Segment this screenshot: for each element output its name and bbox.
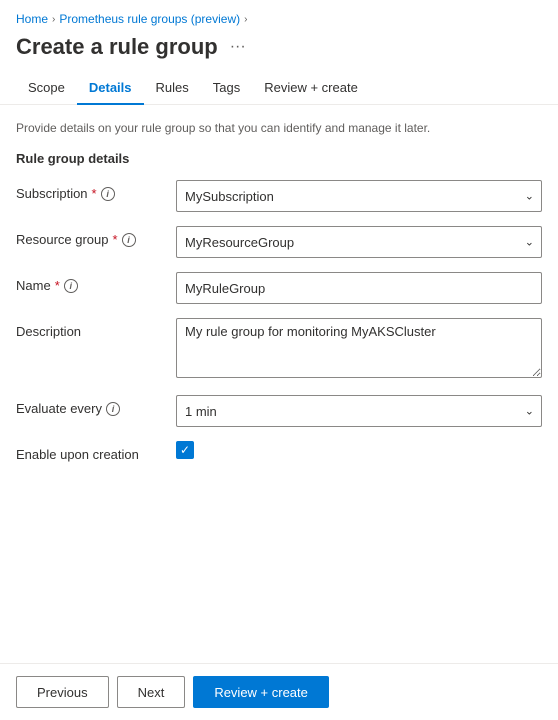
description-label: Description — [16, 318, 176, 339]
name-input[interactable] — [176, 272, 542, 304]
more-options-button[interactable]: ··· — [226, 36, 250, 58]
section-description: Provide details on your rule group so th… — [16, 121, 542, 135]
evaluate-every-control: 1 min 5 min 10 min ⌄ — [176, 395, 542, 427]
subscription-row: Subscription * i MySubscription ⌄ — [16, 180, 542, 212]
tab-tags[interactable]: Tags — [201, 72, 252, 105]
tab-scope[interactable]: Scope — [16, 72, 77, 105]
resource-group-info-icon[interactable]: i — [122, 233, 136, 247]
enable-checkbox[interactable]: ✓ — [176, 441, 194, 459]
page-title-row: Create a rule group ··· — [0, 30, 558, 72]
description-textarea[interactable]: My rule group for monitoring MyAKSCluste… — [176, 318, 542, 378]
name-required: * — [55, 278, 60, 293]
tab-rules[interactable]: Rules — [144, 72, 201, 105]
resource-group-row: Resource group * i MyResourceGroup ⌄ — [16, 226, 542, 258]
previous-button[interactable]: Previous — [16, 676, 109, 708]
next-button[interactable]: Next — [117, 676, 186, 708]
evaluate-every-select-wrapper: 1 min 5 min 10 min ⌄ — [176, 395, 542, 427]
name-row: Name * i — [16, 272, 542, 304]
tabs-container: Scope Details Rules Tags Review + create — [0, 72, 558, 105]
name-control — [176, 272, 542, 304]
subscription-label: Subscription * i — [16, 180, 176, 201]
resource-group-required: * — [113, 232, 118, 247]
breadcrumb-home[interactable]: Home — [16, 12, 48, 26]
name-info-icon[interactable]: i — [64, 279, 78, 293]
section-title: Rule group details — [16, 151, 542, 166]
subscription-select-wrapper: MySubscription ⌄ — [176, 180, 542, 212]
evaluate-every-label: Evaluate every i — [16, 395, 176, 416]
evaluate-every-select[interactable]: 1 min 5 min 10 min — [176, 395, 542, 427]
description-row: Description My rule group for monitoring… — [16, 318, 542, 381]
enable-upon-creation-row: Enable upon creation ✓ — [16, 441, 542, 462]
checkmark-icon: ✓ — [180, 444, 190, 456]
breadcrumb-separator-2: › — [244, 14, 247, 25]
page-title: Create a rule group — [16, 34, 218, 60]
enable-upon-creation-label: Enable upon creation — [16, 441, 176, 462]
resource-group-label: Resource group * i — [16, 226, 176, 247]
breadcrumb: Home › Prometheus rule groups (preview) … — [0, 0, 558, 30]
evaluate-every-row: Evaluate every i 1 min 5 min 10 min ⌄ — [16, 395, 542, 427]
footer: Previous Next Review + create — [0, 663, 558, 720]
evaluate-every-info-icon[interactable]: i — [106, 402, 120, 416]
resource-group-control: MyResourceGroup ⌄ — [176, 226, 542, 258]
subscription-required: * — [92, 186, 97, 201]
review-create-button[interactable]: Review + create — [193, 676, 329, 708]
enable-upon-creation-control: ✓ — [176, 441, 542, 459]
resource-group-select-wrapper: MyResourceGroup ⌄ — [176, 226, 542, 258]
subscription-info-icon[interactable]: i — [101, 187, 115, 201]
content-area: Provide details on your rule group so th… — [0, 105, 558, 556]
enable-checkbox-wrapper: ✓ — [176, 441, 542, 459]
subscription-select[interactable]: MySubscription — [176, 180, 542, 212]
resource-group-select[interactable]: MyResourceGroup — [176, 226, 542, 258]
subscription-control: MySubscription ⌄ — [176, 180, 542, 212]
description-control: My rule group for monitoring MyAKSCluste… — [176, 318, 542, 381]
breadcrumb-rule-groups[interactable]: Prometheus rule groups (preview) — [59, 12, 240, 26]
breadcrumb-separator-1: › — [52, 14, 55, 25]
name-label: Name * i — [16, 272, 176, 293]
tab-details[interactable]: Details — [77, 72, 144, 105]
tab-review-create[interactable]: Review + create — [252, 72, 370, 105]
